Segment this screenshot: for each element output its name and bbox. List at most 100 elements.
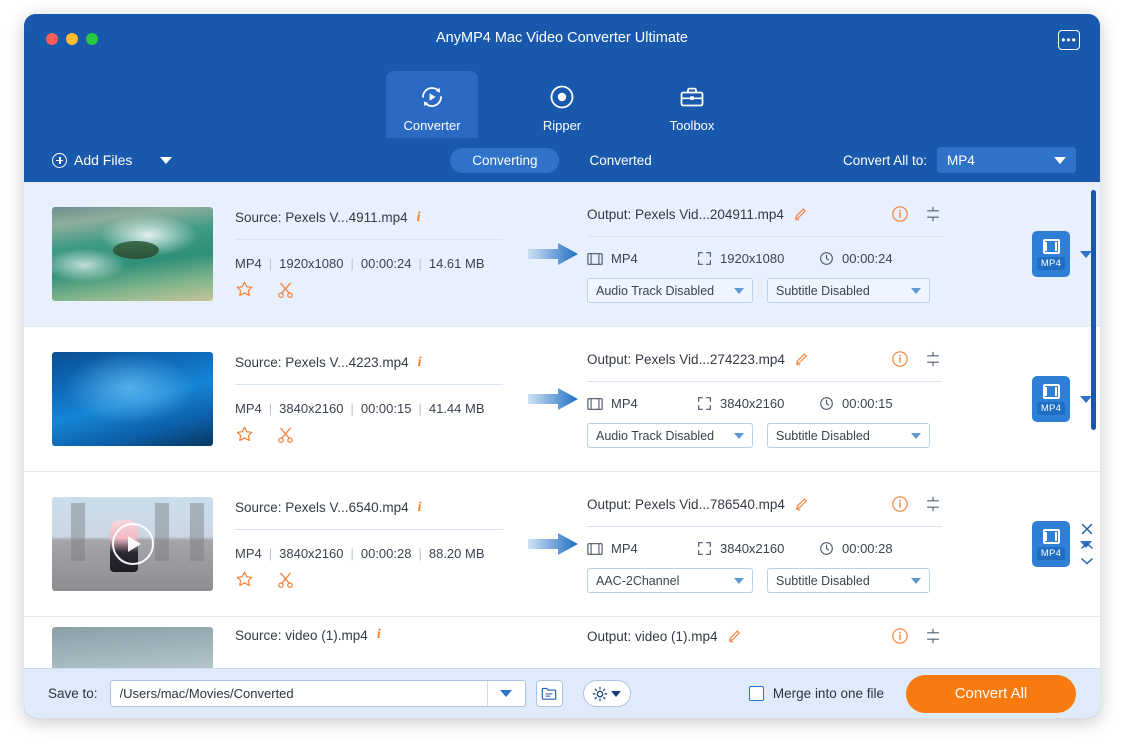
chevron-down-icon (734, 287, 744, 294)
edit-pencil-icon[interactable] (794, 496, 810, 512)
video-thumbnail[interactable] (52, 207, 213, 301)
merge-into-one-file-checkbox[interactable]: Merge into one file (748, 686, 884, 701)
cut-scissors-icon[interactable] (276, 425, 295, 444)
preferences-button[interactable] (582, 680, 631, 707)
tab-converted[interactable]: Converted (568, 148, 674, 173)
film-strip-icon (587, 397, 603, 410)
output-column: Output: Pexels Vid...786540.mp4 MP4 3840… (587, 495, 942, 593)
info-icon[interactable]: i (418, 355, 422, 371)
chevron-down-icon[interactable] (1080, 556, 1094, 566)
convert-all-button[interactable]: Convert All (906, 674, 1076, 713)
add-files-chevron-down-icon[interactable] (160, 156, 173, 164)
output-meta: MP4 3840x2160 00:00:28 (587, 541, 942, 556)
subtitle-select[interactable]: Subtitle Disabled (767, 568, 930, 593)
source-meta: MP4 | 3840x2160 | 00:00:28 | 88.20 MB (235, 545, 485, 561)
convert-all-to-label: Convert All to: (842, 152, 927, 168)
table-row[interactable]: Source: video (1).mp4 i Output: video (1… (24, 617, 1100, 668)
gear-icon (592, 686, 608, 701)
source-resolution: 1920x1080 (279, 255, 344, 271)
source-filename: Source: Pexels V...4223.mp4 (235, 355, 409, 370)
open-folder-button[interactable] (535, 680, 563, 707)
edit-pencil-icon[interactable] (793, 206, 809, 222)
audio-track-value: AAC-2Channel (596, 573, 680, 588)
save-path-dropdown-button[interactable] (486, 681, 525, 706)
output-column: Output: Pexels Vid...204911.mp4 MP4 1920… (587, 205, 942, 303)
cut-scissors-icon[interactable] (276, 280, 295, 299)
cut-scissors-icon[interactable] (276, 570, 295, 589)
info-icon[interactable]: i (377, 627, 381, 643)
subtitle-select[interactable]: Subtitle Disabled (767, 278, 930, 303)
source-format: MP4 (235, 545, 262, 561)
output-format: MP4 (611, 396, 638, 411)
bottom-bar: Save to: Merge into one file Convert All (24, 668, 1100, 718)
video-thumbnail[interactable] (52, 497, 213, 591)
chevron-down-icon (611, 690, 622, 697)
subtitle-select[interactable]: Subtitle Disabled (767, 423, 930, 448)
output-title-row: Output: Pexels Vid...786540.mp4 (587, 495, 942, 513)
edit-pencil-icon[interactable] (727, 628, 743, 644)
edit-pencil-icon[interactable] (794, 351, 810, 367)
scrollbar-track[interactable] (1091, 186, 1098, 664)
audio-track-select[interactable]: Audio Track Disabled (587, 423, 753, 448)
tab-converter[interactable]: Converter (386, 71, 478, 138)
info-circle-icon[interactable] (891, 205, 909, 223)
file-list: Source: Pexels V...4911.mp4 i MP4 | 1920… (24, 182, 1100, 668)
settings-sliders-icon[interactable] (924, 205, 942, 223)
convert-all-to-group: Convert All to: MP4 (843, 147, 1076, 173)
settings-sliders-icon[interactable] (924, 350, 942, 368)
enhance-star-icon[interactable] (235, 425, 254, 444)
audio-track-select[interactable]: Audio Track Disabled (587, 278, 753, 303)
info-circle-icon[interactable] (891, 495, 909, 513)
scrollbar-thumb[interactable] (1091, 190, 1096, 430)
info-circle-icon[interactable] (891, 627, 909, 645)
output-resolution: 3840x2160 (720, 541, 785, 556)
plus-circle-icon (52, 152, 67, 168)
output-meta: MP4 3840x2160 00:00:15 (587, 396, 942, 411)
output-actions (891, 495, 942, 513)
badge-label: MP4 (1036, 546, 1066, 560)
menu-dots-icon[interactable]: ••• (1058, 30, 1080, 50)
output-format-badge[interactable]: MP4 (1032, 376, 1070, 422)
play-icon[interactable] (111, 523, 154, 565)
info-icon[interactable]: i (418, 500, 422, 516)
table-row[interactable]: Source: Pexels V...4911.mp4 i MP4 | 1920… (24, 182, 1100, 327)
chevron-up-icon[interactable] (1080, 541, 1094, 551)
subtitle-value: Subtitle Disabled (776, 283, 870, 298)
table-row[interactable]: Source: Pexels V...6540.mp4 i MP4 | 3840… (24, 472, 1100, 617)
settings-sliders-icon[interactable] (924, 495, 942, 513)
video-thumbnail[interactable] (52, 627, 213, 668)
info-icon[interactable]: i (417, 210, 421, 226)
tab-ripper[interactable]: Ripper (516, 71, 608, 138)
add-files-button[interactable]: Add Files (52, 152, 132, 168)
audio-track-select[interactable]: AAC-2Channel (587, 568, 753, 593)
output-format-badge[interactable]: MP4 (1032, 521, 1070, 567)
output-title-row: Output: video (1).mp4 (587, 627, 942, 645)
output-duration: 00:00:24 (842, 251, 893, 266)
output-duration: 00:00:15 (842, 396, 893, 411)
table-row[interactable]: Source: Pexels V...4223.mp4 i MP4 | 3840… (24, 327, 1100, 472)
settings-sliders-icon[interactable] (924, 627, 942, 645)
enhance-star-icon[interactable] (235, 280, 254, 299)
source-resolution: 3840x2160 (279, 400, 344, 416)
enhance-star-icon[interactable] (235, 570, 254, 589)
video-thumbnail[interactable] (52, 352, 213, 446)
clock-icon (820, 397, 833, 410)
info-circle-icon[interactable] (891, 350, 909, 368)
output-selects: AAC-2Channel Subtitle Disabled (587, 568, 942, 593)
tab-toolbox[interactable]: Toolbox (646, 71, 738, 138)
convert-all-to-select[interactable]: MP4 (937, 147, 1076, 173)
output-format-badge[interactable]: MP4 (1032, 231, 1070, 277)
save-path-group (109, 680, 526, 707)
save-path-input[interactable] (110, 681, 487, 706)
close-icon[interactable] (1080, 522, 1094, 536)
output-resolution: 3840x2160 (720, 396, 785, 411)
output-format: MP4 (611, 251, 638, 266)
chevron-down-icon (1054, 156, 1066, 164)
source-format: MP4 (235, 400, 262, 416)
tab-converting[interactable]: Converting (450, 147, 560, 173)
subtitle-value: Subtitle Disabled (776, 573, 870, 588)
source-duration: 00:00:15 (360, 400, 412, 416)
chevron-down-icon (500, 690, 513, 697)
toolbox-icon (677, 81, 707, 113)
source-filename: Source: Pexels V...4911.mp4 (235, 210, 408, 225)
